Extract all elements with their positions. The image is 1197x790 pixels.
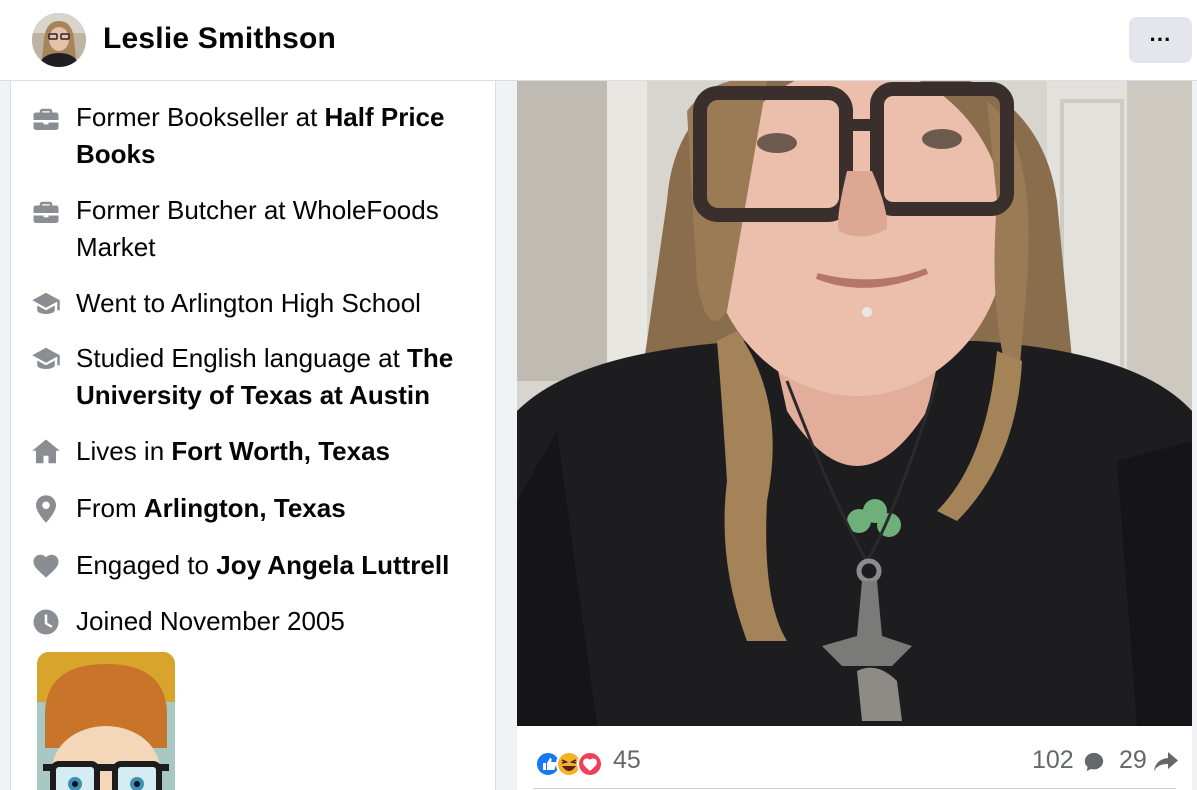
profile-name[interactable]: Leslie Smithson [103,22,336,56]
post-card: 45 102 29 [517,81,1192,790]
graduation-cap-icon [31,289,61,319]
intro-item-link[interactable]: Arlington, Texas [144,493,346,523]
avatar[interactable] [32,13,86,67]
graduation-cap-icon [31,344,61,374]
home-icon [31,437,61,467]
briefcase-icon [31,198,61,228]
intro-panel: Former Bookseller at Half Price Books Fo… [10,81,496,790]
intro-item-text: Former Butcher at WholeFoods Market [76,195,439,262]
comment-icon[interactable] [1083,751,1105,773]
briefcase-icon [31,105,61,135]
reaction-icons[interactable] [535,749,603,779]
love-icon [577,751,603,777]
more-options-button[interactable]: ··· [1129,17,1192,63]
intro-item-text: Joined November 2005 [76,606,345,636]
featured-photo-bitmoji[interactable] [37,652,175,790]
intro-item-text: Went to Arlington High School [76,288,421,318]
post-photo[interactable] [517,81,1192,726]
intro-item-text: From [76,493,144,523]
comment-count[interactable]: 102 [1032,746,1074,775]
intro-item-link[interactable]: Fort Worth, Texas [171,436,390,466]
clock-icon [31,607,61,637]
share-count[interactable]: 29 [1119,746,1147,775]
post-reactions-bar: 45 102 29 [517,726,1192,790]
location-pin-icon [31,494,61,524]
profile-header: Leslie Smithson ··· [0,0,1197,81]
divider [533,788,1176,789]
intro-item-text: Lives in [76,436,172,466]
reaction-count[interactable]: 45 [613,746,641,775]
intro-item-text: Former Bookseller at [76,102,325,132]
intro-item-link[interactable]: Joy Angela Luttrell [216,550,449,580]
share-icon[interactable] [1153,750,1179,772]
intro-item-text: Engaged to [76,550,217,580]
heart-icon [31,551,61,581]
intro-item-text: Studied English language at [76,343,408,373]
